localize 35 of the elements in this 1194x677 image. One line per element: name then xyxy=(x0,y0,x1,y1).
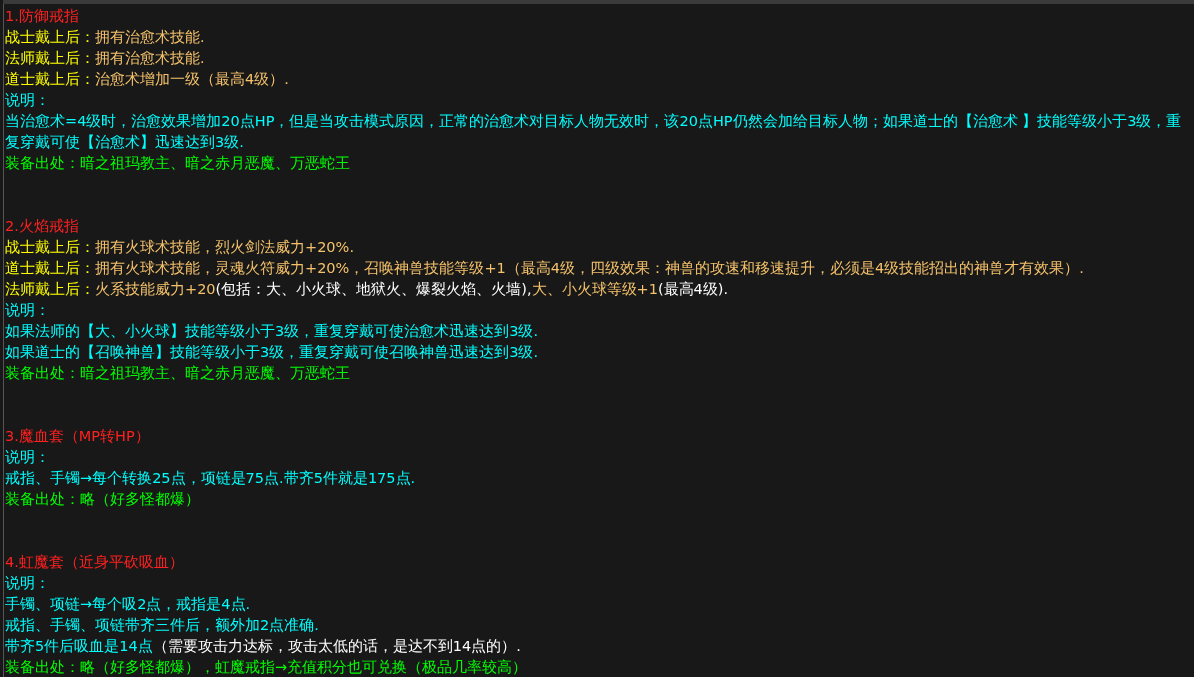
line-text: 装备出处：暗之祖玛教主、暗之赤月恶魔、万恶蛇王 xyxy=(5,365,350,381)
line-text: 道士戴上后： xyxy=(5,260,95,276)
line-text: 带齐5件后吸血是14点 xyxy=(5,638,153,654)
line-text: (包括：大、小火球、地狱火、爆裂火焰、火墙), xyxy=(215,281,532,297)
line-text: 战士戴上后： xyxy=(5,239,95,255)
line-text: 说明： xyxy=(5,449,50,465)
section-title: 1.防御戒指 xyxy=(5,7,80,26)
line-text: 法师戴上后： xyxy=(5,50,95,66)
line-text: 如果道士的【召唤神兽】技能等级小于3级，重复穿戴可使召唤神兽迅速达到3级. xyxy=(5,344,539,360)
line-text: 法师戴上后： xyxy=(5,281,95,297)
line-text: 说明： xyxy=(5,302,50,318)
line-text: 装备出处：略（好多怪都爆），虹魔戒指→充值积分也可兑换（极品几率较高） xyxy=(5,659,528,675)
line-text: 如果法师的【大、小火球】技能等级小于3级，重复穿戴可使治愈术迅速达到3级. xyxy=(5,323,539,339)
line-text: 道士戴上后： xyxy=(5,71,95,87)
line-text: 说明： xyxy=(5,575,50,591)
section-title: 3.魔血套（MP转HP） xyxy=(5,427,151,446)
line-text: 火系技能威力+20 xyxy=(95,281,216,297)
line-text: 拥有治愈术技能. xyxy=(95,50,205,66)
line-text: 拥有火球术技能，烈火剑法威力+20%. xyxy=(95,239,354,255)
section-title: 4.虹魔套（近身平砍吸血） xyxy=(5,553,185,572)
line-text: 当治愈术=4级时，治愈效果增加20点HP，但是当攻击模式原因，正常的治愈术对目标人物无效时，该20点HP仍然会加给目标人物；如果道士的【治愈术 】技能等级小于3级，重复穿戴可使【治愈术】迅速达到3级. xyxy=(5,113,1182,150)
line-text: 大、小火球等级+1 xyxy=(531,281,658,297)
line-text: 戒指、手镯→每个转换25点，项链是75点.带齐5件就是175点. xyxy=(5,470,416,486)
section-title: 2.火焰戒指 xyxy=(5,217,80,236)
line-text: 装备出处：暗之祖玛教主、暗之赤月恶魔、万恶蛇王 xyxy=(5,155,350,171)
line-text: 装备出处：略（好多怪都爆） xyxy=(5,491,200,507)
line-text: (最高4级). xyxy=(657,281,729,297)
line-text: 治愈术增加一级（最高4级）. xyxy=(95,71,289,87)
line-text: 说明： xyxy=(5,92,50,108)
line-text: 拥有治愈术技能. xyxy=(95,29,205,45)
line-text: 拥有火球术技能，灵魂火符威力+20%，召唤神兽技能等级+1（最高4级，四级效果：神兽的攻速和移速提升，必须是4级技能招出的神兽才有效果）. xyxy=(95,260,1084,276)
line-text: 手镯、项链→每个吸2点，戒指是4点. xyxy=(5,596,251,612)
line-text: （需要攻击力达标，攻击太低的话，是达不到14点的）. xyxy=(152,638,521,654)
line-text: 戒指、手镯、项链带齐三件后，额外加2点准确. xyxy=(5,617,319,633)
line-text: 战士戴上后： xyxy=(5,29,95,45)
